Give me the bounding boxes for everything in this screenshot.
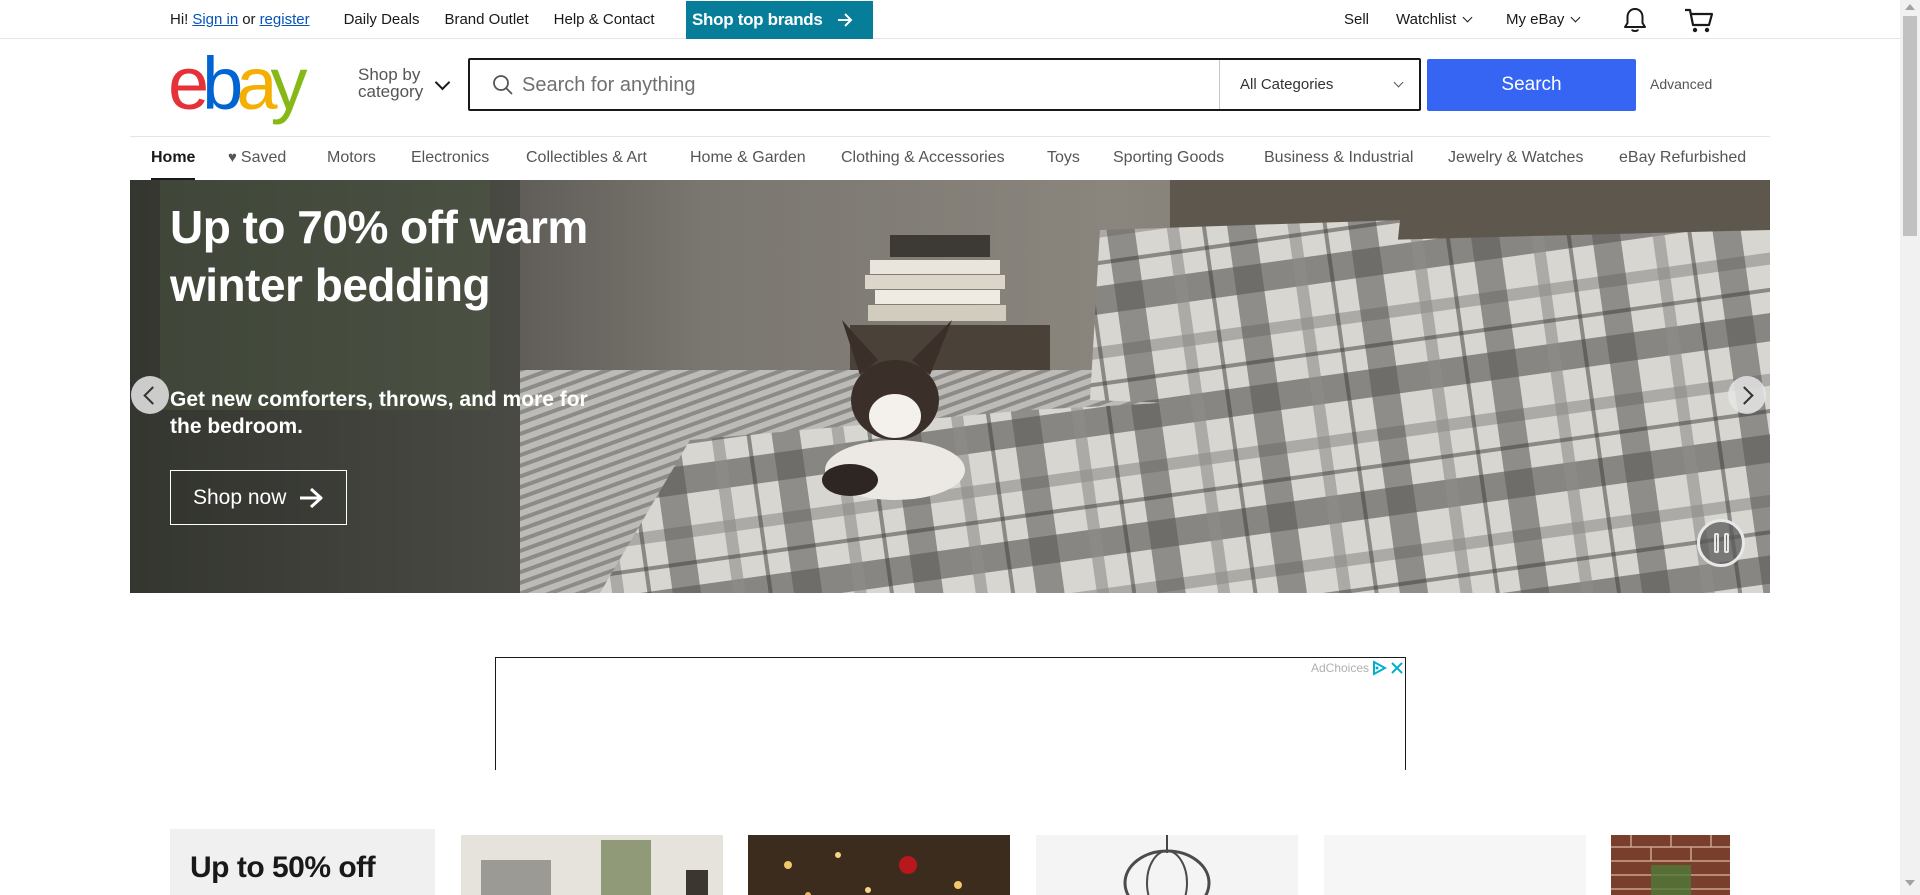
cart-icon[interactable] [1683,5,1715,35]
chevron-down-icon [1393,77,1404,88]
greeting-group: Hi! Sign in or register [170,11,310,28]
chevron-down-icon [1570,12,1581,23]
carousel-previous-button[interactable] [131,376,169,414]
chevron-left-icon [143,385,162,405]
christmas-tree-image [748,835,1010,895]
nav-item-collectibles-art[interactable]: Collectibles & Art [526,149,647,167]
watchlist-label: Watchlist [1396,11,1457,28]
search-bar: All Categories [468,58,1421,111]
my-ebay-dropdown[interactable]: My eBay [1506,0,1581,39]
pendant-light-image [1036,835,1298,895]
pause-icon [1713,533,1719,553]
daily-deals-link[interactable]: Daily Deals [344,11,420,28]
adchoices-label: AdChoices [1310,661,1369,675]
category-tile-image[interactable] [1324,835,1586,895]
shop-now-button[interactable]: Shop now [170,470,347,525]
category-tile-image[interactable] [461,835,723,895]
page-scrollbar[interactable] [1900,0,1920,895]
hero-title: Up to 70% off warm winter bedding [170,201,588,311]
shop-by-category-line2: category [358,82,424,101]
close-icon[interactable] [1389,660,1405,676]
arrow-right-icon [837,13,852,27]
scrollbar-thumb[interactable] [1903,16,1917,236]
nav-item-home-garden[interactable]: Home & Garden [690,149,806,167]
nav-item-electronics[interactable]: Electronics [411,149,489,167]
watchlist-dropdown[interactable]: Watchlist [1396,0,1473,39]
heart-icon: ♥ [228,149,237,166]
nav-item-clothing-accessories[interactable]: Clothing & Accessories [841,149,1005,167]
topbar-left-group: Hi! Sign in or register Daily Deals Bran… [170,0,655,39]
logo-letter-a: a [236,42,277,125]
logo-letter-e: e [168,42,209,125]
nav-item-ebay-refurbished[interactable]: eBay Refurbished [1619,149,1746,167]
sign-in-link[interactable]: Sign in [192,11,238,28]
search-icon [493,75,513,95]
bell-icon[interactable] [1620,5,1650,35]
hero-carousel[interactable]: Up to 70% off warm winter bedding Get ne… [130,180,1770,593]
adchoices-icon [1373,660,1387,676]
ebay-logo[interactable]: ebay [168,42,318,125]
promo-card-title: Up to 50% off [190,851,376,884]
nav-item-toys[interactable]: Toys [1047,149,1080,167]
logo-letter-y: y [270,42,307,125]
nav-item-business-industrial[interactable]: Business & Industrial [1264,149,1413,167]
shop-now-label: Shop now [193,485,287,509]
nav-item-home[interactable]: Home [151,149,195,167]
brand-outlet-link[interactable]: Brand Outlet [444,11,528,28]
advertisement-banner[interactable]: AdChoices [495,657,1406,770]
help-contact-link[interactable]: Help & Contact [554,11,655,28]
scroll-up-arrow-icon[interactable] [1905,4,1915,10]
greeting-text: Hi! [170,11,189,28]
carousel-next-button[interactable] [1728,376,1766,414]
register-link[interactable]: register [260,11,310,28]
category-tile-image[interactable] [1611,835,1730,895]
category-tile-image[interactable] [748,835,1010,895]
category-selected-label: All Categories [1240,76,1334,93]
nav-item-sporting-goods[interactable]: Sporting Goods [1113,149,1224,167]
nav-item-motors[interactable]: Motors [327,149,376,167]
shop-by-category-button[interactable]: Shop by category [358,66,423,100]
chevron-right-icon [1735,385,1754,405]
arrow-right-icon [300,487,323,508]
nav-item-jewelry-watches[interactable]: Jewelry & Watches [1448,149,1583,167]
top-utility-bar: Hi! Sign in or register Daily Deals Bran… [0,0,1900,39]
shop-by-category-line1: Shop by [358,65,421,84]
nav-item-saved[interactable]: ♥ Saved [228,149,286,167]
category-tile-image[interactable] [1036,835,1298,895]
hero-subtitle: Get new comforters, throws, and more for… [170,388,588,438]
search-button[interactable]: Search [1427,59,1636,111]
my-ebay-label: My eBay [1506,11,1565,28]
search-input[interactable] [522,66,1182,104]
brick-wall-image [1611,835,1730,895]
shop-top-brands-label: Shop top brands [692,10,823,29]
logo-letter-b: b [202,42,243,125]
adchoices-badge[interactable]: AdChoices [1306,658,1405,678]
category-nav: Home ♥ Saved Motors Electronics Collectib… [130,136,1770,180]
carousel-pause-button[interactable] [1697,519,1745,567]
scroll-down-arrow-icon[interactable] [1905,880,1915,886]
shop-top-brands-button[interactable]: Shop top brands [686,1,873,39]
sell-link[interactable]: Sell [1344,0,1369,39]
sell-label: Sell [1344,11,1370,28]
chair-image [461,835,723,895]
category-select[interactable]: All Categories [1219,60,1419,109]
pause-icon [1723,533,1729,553]
advanced-search-link[interactable]: Advanced [1650,76,1712,92]
chevron-down-icon [1462,12,1473,23]
chevron-down-icon[interactable] [434,74,451,91]
promo-card[interactable]: Up to 50% off [170,829,435,895]
or-text: or [242,11,256,28]
nav-item-saved-label: Saved [240,149,287,166]
